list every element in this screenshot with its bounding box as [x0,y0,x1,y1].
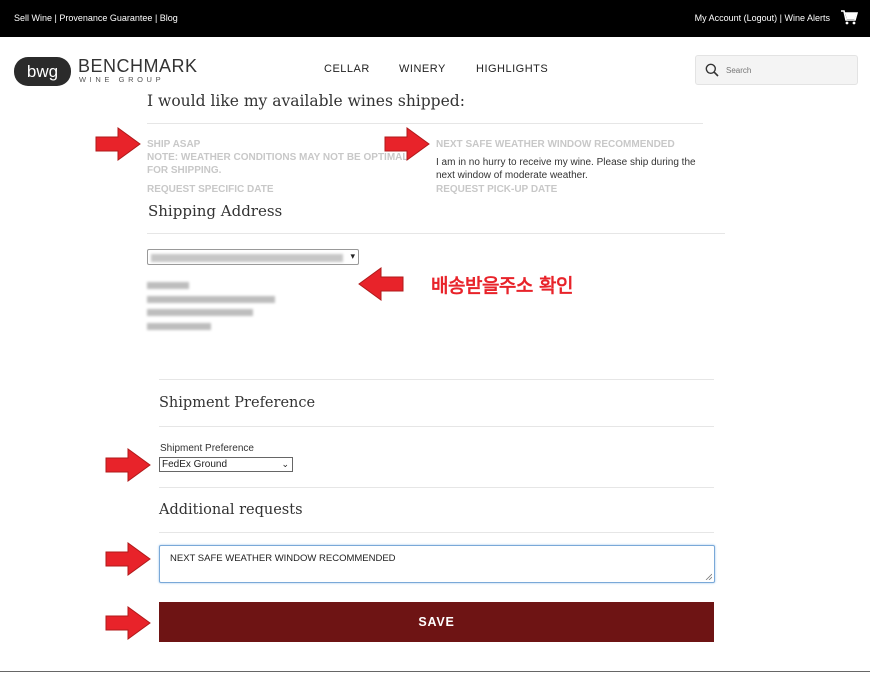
annotation-arrow-icon [105,448,151,482]
account-links: My Account (Logout) | Wine Alerts [695,13,830,23]
site-header: bwg BENCHMARK WINE GROUP CELLAR WINERY H… [0,37,870,93]
shipping-heading: I would like my available wines shipped: [147,92,465,110]
sell-wine-link[interactable]: Sell Wine [14,13,52,23]
annotation-arrow-icon [105,542,151,576]
nav-highlights[interactable]: HIGHLIGHTS [476,63,548,75]
wine-alerts-link[interactable]: Wine Alerts [784,13,830,23]
divider [147,233,725,234]
shipping-address-heading: Shipping Address [148,202,283,220]
footer-divider [0,671,870,672]
top-utility-bar: Sell Wine | Provenance Guarantee | Blog … [0,0,870,37]
redacted-name [147,282,189,289]
page: Sell Wine | Provenance Guarantee | Blog … [0,0,870,673]
annotation-arrow-icon [358,267,404,301]
resize-grip-icon[interactable] [705,573,712,580]
logo-subtitle: WINE GROUP [79,75,165,84]
option-weather-window[interactable]: NEXT SAFE WEATHER WINDOW RECOMMENDED [436,139,675,152]
annotation-callout: 배송받을주소 확인 [431,275,573,297]
shipment-preference-heading: Shipment Preference [159,395,316,411]
divider [159,426,714,427]
additional-requests-textarea[interactable]: NEXT SAFE WEATHER WINDOW RECOMMENDED [159,545,715,583]
separator: | [152,13,160,23]
chevron-down-icon: ▾ [350,252,355,262]
option-ship-asap[interactable]: SHIP ASAP [147,139,200,152]
divider [147,123,703,124]
save-button[interactable]: SAVE [159,602,714,642]
redacted-street [147,296,275,303]
search-icon[interactable] [705,63,719,77]
redacted-address-option [151,254,343,262]
option-weather-description: I am in no hurry to receive my wine. Ple… [436,157,696,181]
chevron-down-icon: ⌄ [281,459,289,469]
annotation-arrow-icon [384,127,430,161]
option-specific-date[interactable]: REQUEST SPECIFIC DATE [147,184,274,197]
shipment-preference-select[interactable]: FedEx Ground ⌄ [159,457,293,472]
divider [159,487,714,488]
annotation-arrow-icon [95,127,141,161]
additional-requests-value: NEXT SAFE WEATHER WINDOW RECOMMENDED [170,553,396,564]
additional-requests-heading: Additional requests [159,502,303,518]
redacted-phone [147,323,211,330]
option-ship-asap-note: NOTE: WEATHER CONDITIONS MAY NOT BE OPTI… [147,152,409,176]
address-select[interactable]: ▾ [147,249,359,265]
annotation-arrow-icon [105,606,151,640]
shipment-preference-value: FedEx Ground [162,459,228,470]
logo-mark[interactable]: bwg [14,57,71,86]
provenance-guarantee-link[interactable]: Provenance Guarantee [59,13,152,23]
nav-winery[interactable]: WINERY [399,63,446,75]
divider [159,379,714,380]
nav-cellar[interactable]: CELLAR [324,63,370,75]
redacted-city [147,309,253,316]
divider [159,532,714,533]
search-input[interactable] [726,62,846,78]
utility-links: Sell Wine | Provenance Guarantee | Blog [14,13,178,23]
shipment-preference-label: Shipment Preference [160,443,254,454]
my-account-link[interactable]: My Account (Logout) [695,13,778,23]
blog-link[interactable]: Blog [160,13,178,23]
search-box[interactable] [695,55,858,85]
logo-name[interactable]: BENCHMARK [78,56,198,77]
cart-icon[interactable] [841,10,858,25]
option-pickup-date[interactable]: REQUEST PICK-UP DATE [436,184,557,197]
